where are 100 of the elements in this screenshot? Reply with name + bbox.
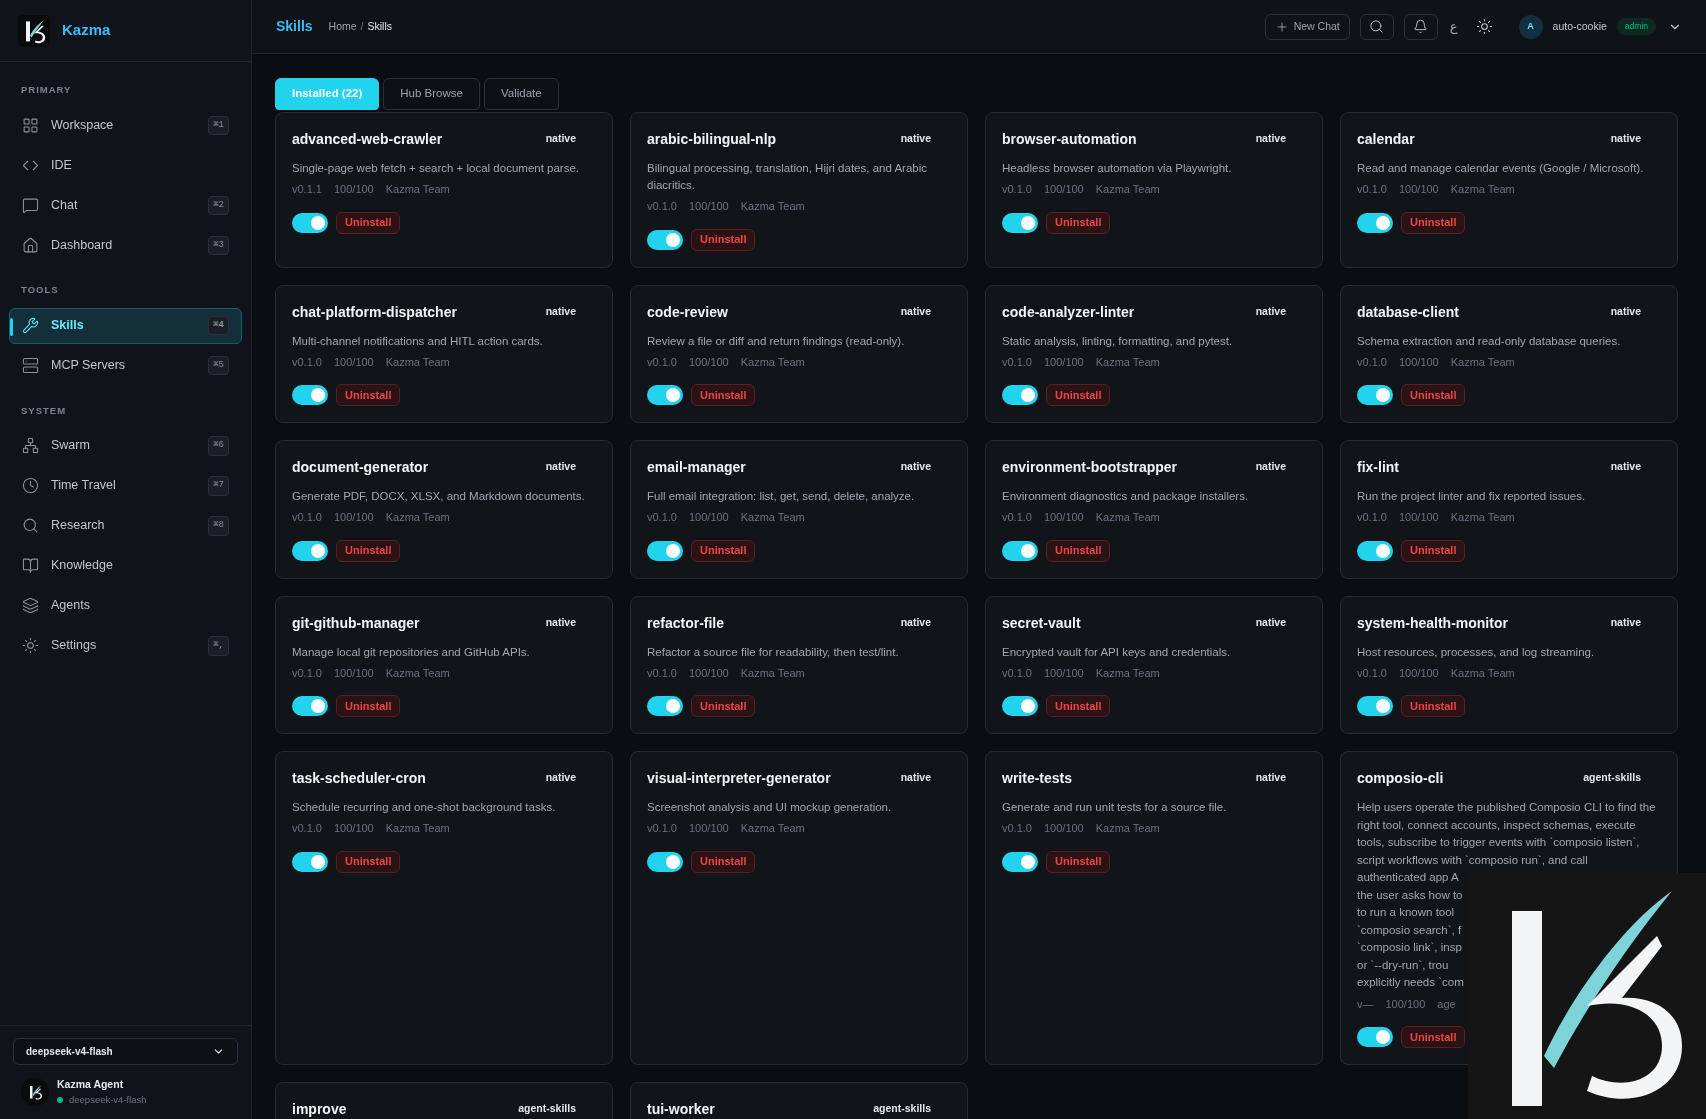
skill-version: v0.1.0 [1357,510,1387,525]
nav-item[interactable]: Workspace ⌘1 [9,107,242,144]
uninstall-button[interactable]: Uninstall [336,539,401,562]
uninstall-button[interactable]: Uninstall [1401,539,1466,562]
uninstall-button[interactable]: Uninstall [1046,695,1111,717]
uninstall-button[interactable]: Uninstall [1401,695,1466,717]
tab[interactable]: Validate [483,78,559,110]
nav-item[interactable]: Skills ⌘4 [9,307,242,344]
source-tag: native [1255,303,1286,320]
toggle-switch[interactable] [292,212,328,233]
toggle-switch[interactable] [1357,1027,1393,1047]
nav-item[interactable]: IDE [9,147,242,184]
uninstall-button[interactable]: Uninstall [336,211,401,234]
toggle-switch[interactable] [1357,696,1393,716]
plus-icon [1274,19,1289,34]
nav-item[interactable]: Dashboard ⌘3 [9,227,242,264]
uninstall-button[interactable]: Uninstall [336,850,401,873]
toggle-switch[interactable] [1002,385,1038,405]
uninstall-button[interactable]: Uninstall [691,850,756,873]
notification-button[interactable] [1403,13,1438,40]
skill-description: Refactor a source file for readability, then test/lint. [647,644,900,660]
toggle-switch[interactable] [292,540,328,561]
model-select[interactable]: deepseek-v4-flash [13,1038,238,1065]
skill-version: v0.1.0 [647,199,677,214]
skill-name: system-health-monitor [1357,613,1508,633]
uninstall-button[interactable]: Uninstall [1046,384,1111,406]
shortcut-badge: ⌘3 [208,235,229,255]
nav-item[interactable]: Time Travel ⌘7 [9,467,242,504]
skill-score: 100/100 [333,354,374,370]
skill-score: 100/100 [333,821,374,836]
nav-item[interactable]: Swarm ⌘6 [9,427,242,464]
nav-item[interactable]: Agents [9,587,242,624]
skill-description: Screenshot analysis and UI mockup generation. [647,800,893,815]
skill-version: v0.1.0 [292,510,322,525]
description-line: authenticated app A [1357,870,1459,885]
skill-author: Kazma Team [1095,182,1160,197]
section-label: PRIMARY [20,83,73,97]
source-tag: native [545,303,576,320]
nav-item[interactable]: Research ⌘8 [9,507,242,544]
skill-author: age [1437,996,1456,1012]
toggle-switch[interactable] [1002,696,1038,716]
breadcrumb-link[interactable]: Home [328,18,357,35]
skill-author: Kazma Team [385,665,450,681]
toggle-switch[interactable] [292,385,328,405]
uninstall-button[interactable]: Uninstall [1046,850,1111,873]
nav-item[interactable]: MCP Servers ⌘5 [9,347,242,384]
toggle-switch[interactable] [1002,540,1038,561]
skill-version: v0.1.0 [1002,354,1032,370]
toggle-switch[interactable] [647,851,683,872]
skill-score: 100/100 [688,199,729,214]
toggle-switch[interactable] [292,851,328,872]
uninstall-button[interactable]: Uninstall [1046,211,1111,234]
uninstall-button[interactable]: Uninstall [691,384,756,406]
toggle-switch[interactable] [1002,212,1038,233]
skill-version: v0.1.0 [292,821,322,836]
uninstall-button[interactable]: Uninstall [336,384,401,406]
search-icon [22,517,39,535]
uninstall-button[interactable]: Uninstall [1046,539,1111,562]
uninstall-button[interactable]: Uninstall [691,228,756,251]
shortcut-badge: ⌘7 [208,476,229,496]
toggle-switch[interactable] [647,385,683,405]
toggle-switch[interactable] [1357,385,1393,405]
uninstall-button[interactable]: Uninstall [691,695,756,717]
uninstall-button[interactable]: Uninstall [1401,384,1466,406]
uninstall-button[interactable]: Uninstall [1401,211,1466,234]
new-chat-button[interactable]: New Chat [1264,13,1350,40]
toggle-switch[interactable] [292,696,328,716]
network-icon [22,437,39,455]
description-line: `composio link`, insp [1357,940,1462,955]
source-tag: agent-skills [873,1101,931,1117]
skill-author: Kazma Team [1450,665,1515,681]
search-button[interactable] [1359,13,1394,40]
toggle-switch[interactable] [647,540,683,561]
uninstall-button[interactable]: Uninstall [691,539,756,562]
language-button[interactable]: ع [1447,16,1460,37]
theme-toggle-icon[interactable] [1475,18,1493,35]
skill-description: Static analysis, linting, formatting, and pytest. [1002,333,1234,349]
skill-author: Kazma Team [740,821,805,836]
nav-item[interactable]: Settings ⌘, [9,627,242,664]
settings-icon [22,637,39,655]
toggle-switch[interactable] [647,229,683,250]
toggle-switch[interactable] [1002,851,1038,872]
skill-name: refactor-file [647,613,725,633]
tab[interactable]: Hub Browse [383,78,480,110]
nav-item[interactable]: Chat ⌘2 [9,187,242,224]
nav-item[interactable]: Knowledge [9,547,242,584]
book-icon [22,557,39,575]
uninstall-button[interactable]: Uninstall [1401,1026,1466,1048]
skill-name: browser-automation [1002,130,1137,149]
toggle-switch[interactable] [1357,540,1393,561]
toggle-switch[interactable] [1357,212,1393,233]
skill-description: Encrypted vault for API keys and credentials. [1002,644,1232,660]
skill-version: v0.1.0 [1002,665,1032,681]
shortcut-badge: ⌘2 [208,195,229,215]
agent-name: Kazma Agent [57,1077,125,1092]
uninstall-button[interactable]: Uninstall [336,695,401,717]
server-icon [22,357,39,374]
toggle-switch[interactable] [647,696,683,716]
skill-name: environment-bootstrapper [1002,458,1177,477]
description-line: or `--dry-run`, trou [1357,957,1449,973]
